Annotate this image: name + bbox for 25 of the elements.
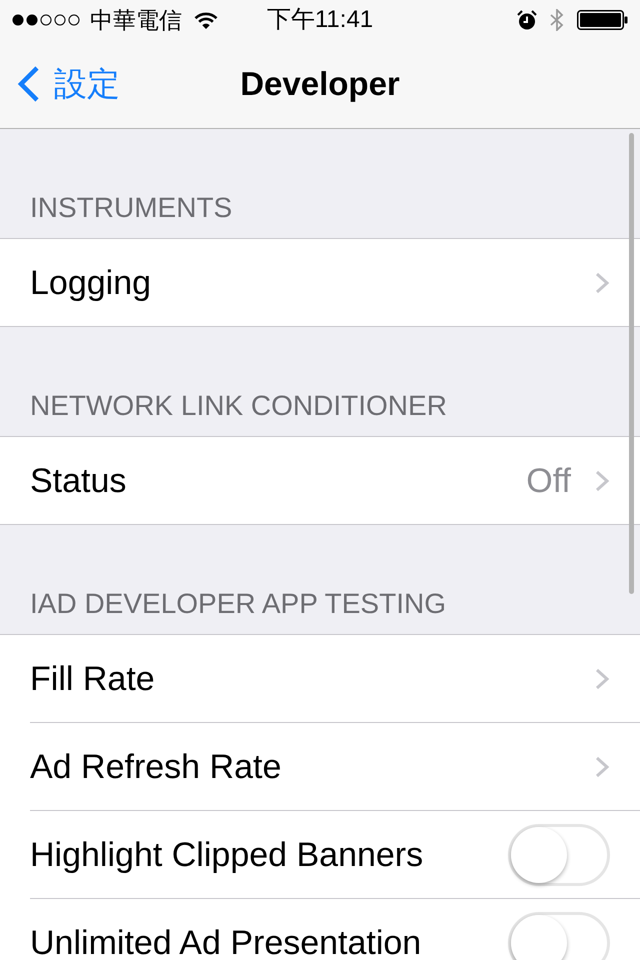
status-time: 下午11:41 — [266, 6, 374, 34]
toggle-switch[interactable] — [508, 912, 610, 960]
chevron-icon — [595, 470, 610, 492]
section-header: IAD DEVELOPER APP TESTING — [30, 588, 446, 620]
back-chevron-icon — [16, 65, 40, 103]
row-value: Off — [526, 462, 571, 500]
battery-icon — [577, 10, 628, 30]
alarm-clock-icon — [517, 10, 537, 30]
chevron-icon — [595, 756, 610, 778]
row-label: Fill Rate — [30, 660, 156, 698]
signal-dots-icon — [12, 14, 80, 26]
wifi-icon — [194, 12, 218, 28]
bluetooth-icon — [549, 9, 565, 31]
nav-title: Developer — [240, 64, 400, 104]
row-label: Unlimited Ad Presentation — [30, 924, 422, 960]
back-button[interactable]: 設定 — [0, 54, 126, 114]
chevron-icon — [595, 668, 610, 690]
row-label: Status — [30, 462, 128, 500]
row-label: Highlight Clipped Banners — [30, 836, 424, 874]
chevron-icon — [595, 272, 610, 294]
section-header: INSTRUMENTS — [30, 192, 232, 224]
row-label: Ad Refresh Rate — [30, 748, 282, 786]
section-header: NETWORK LINK CONDITIONER — [30, 390, 447, 422]
carrier-name: 中華電信 — [90, 6, 182, 34]
row-label: Logging — [30, 264, 152, 302]
